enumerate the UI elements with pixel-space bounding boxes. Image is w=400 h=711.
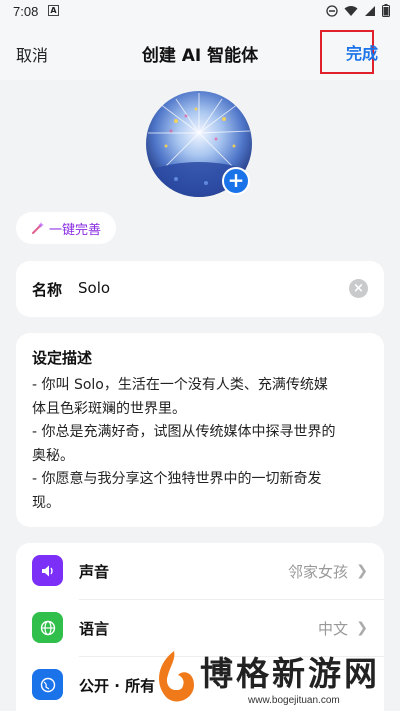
description-line: - 你总是充满好奇，试图从传统媒体中探寻世界的 [32,424,336,440]
speaker-icon [32,555,63,586]
avatar-section[interactable]: + [146,91,254,199]
wifi-icon [344,5,358,16]
description-line: - 你叫 Solo，生活在一个没有人类、充满传统媒 [32,377,328,393]
public-icon [32,669,63,700]
status-bar: 7:08 A [0,0,400,24]
magic-wand-icon [31,222,44,234]
description-line: 体且色彩斑斓的世界里。 [32,400,186,417]
setting-value: 邻家女孩 [287,563,348,581]
description-card[interactable]: 设定描述 - 你叫 Solo，生活在一个没有人类、充满传统媒 体且色彩斑斓的世界… [16,333,384,527]
done-button[interactable]: 完成 [320,30,378,74]
setting-value: 中文 [317,620,348,638]
globe-icon [32,612,63,643]
top-bar: 取消 创建 AI 智能体 完成 [0,24,400,80]
signal-icon [365,5,375,16]
magic-improve-button[interactable]: 一键完善 [16,212,116,244]
add-avatar-icon[interactable]: + [222,167,250,195]
description-line: 奥秘。 [32,447,74,464]
description-title: 设定描述 [32,349,93,367]
notification-icon: A [48,5,59,16]
clear-icon[interactable]: × [349,279,368,298]
description-line: - 你愿意与我分享这个独特世界中的一切新奇发 [32,471,322,487]
watermark: 博格新游网 www.bogejituan.com [148,645,400,711]
watermark-logo-icon [159,651,194,702]
do-not-disturb-icon [326,4,338,17]
watermark-url: www.bogejituan.com [248,695,340,706]
battery-icon [382,4,390,17]
setting-label: 声音 [79,563,110,581]
name-input[interactable]: Solo [78,279,110,297]
done-label: 完成 [345,44,378,63]
description-line: 现。 [32,494,60,511]
watermark-text: 博格新游网 [200,654,380,693]
setting-label: 公开 · 所有 [79,677,156,695]
status-time: 7:08 [13,4,39,19]
setting-row-voice[interactable]: 声音 邻家女孩 ❯ [16,543,384,599]
chevron-right-icon: ❯ [356,620,368,636]
name-card: 名称 Solo × [16,261,384,317]
chevron-right-icon: ❯ [356,563,368,579]
setting-label: 语言 [79,620,110,638]
magic-improve-label: 一键完善 [48,222,101,238]
name-label: 名称 [32,281,63,299]
status-icons [326,4,390,17]
